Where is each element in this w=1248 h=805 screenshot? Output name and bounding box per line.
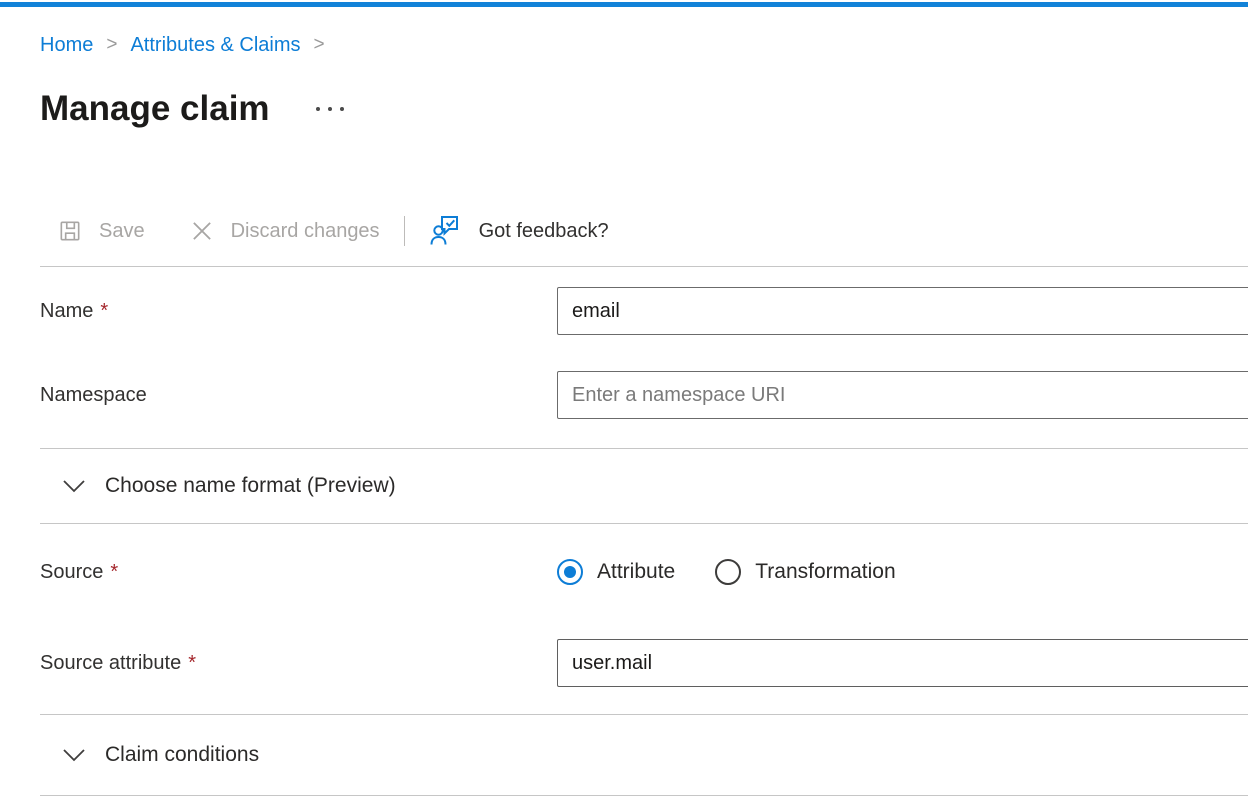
command-bar: Save Discard changes Got feedback?	[40, 209, 1248, 253]
radio-selected-icon	[557, 559, 583, 585]
source-radio-transformation[interactable]: Transformation	[715, 559, 895, 585]
namespace-field-label: Namespace	[40, 381, 557, 409]
source-radio-attribute[interactable]: Attribute	[557, 559, 675, 585]
discard-changes-button[interactable]: Discard changes	[189, 218, 380, 244]
namespace-input[interactable]	[557, 371, 1248, 419]
breadcrumb-attributes-claims-link[interactable]: Attributes & Claims	[130, 31, 300, 59]
namespace-field-row: Namespace	[40, 371, 1248, 419]
dismiss-x-icon	[189, 218, 215, 244]
name-input[interactable]	[557, 287, 1248, 335]
choose-name-format-section-title: Choose name format (Preview)	[105, 472, 396, 500]
toolbar-bottom-divider	[40, 266, 1248, 267]
discard-changes-label: Discard changes	[231, 220, 380, 243]
radio-unselected-icon	[715, 559, 741, 585]
claim-conditions-section-header[interactable]: Claim conditions	[40, 715, 1248, 795]
required-asterisk: *	[188, 652, 196, 674]
claim-conditions-section-title: Claim conditions	[105, 741, 259, 769]
source-attribute-input[interactable]	[557, 639, 1248, 687]
source-radio-attribute-label: Attribute	[597, 560, 675, 584]
got-feedback-label: Got feedback?	[479, 220, 609, 243]
save-icon	[57, 218, 83, 244]
chevron-down-icon	[62, 748, 86, 762]
required-asterisk: *	[100, 300, 108, 322]
toolbar-divider	[404, 216, 405, 246]
section-divider	[40, 523, 1248, 524]
save-button[interactable]: Save	[57, 218, 145, 244]
page-title-row: Manage claim	[40, 87, 1248, 131]
page-title: Manage claim	[40, 87, 270, 131]
source-attribute-field-row: Source attribute*	[40, 639, 1248, 687]
top-accent-bar	[0, 2, 1248, 7]
choose-name-format-section-header[interactable]: Choose name format (Preview)	[40, 449, 1248, 523]
breadcrumb-separator-icon: >	[106, 31, 117, 59]
got-feedback-button[interactable]: Got feedback?	[429, 215, 609, 247]
name-field-row: Name*	[40, 287, 1248, 335]
source-radio-transformation-label: Transformation	[755, 560, 895, 584]
manage-claim-page: Home > Attributes & Claims > Manage clai…	[0, 31, 1248, 796]
source-field-label: Source*	[40, 558, 557, 586]
section-divider	[40, 795, 1248, 796]
more-options-icon[interactable]	[312, 101, 348, 117]
chevron-down-icon	[62, 479, 86, 493]
source-radio-group: Attribute Transformation	[557, 559, 1248, 585]
feedback-icon	[429, 215, 463, 247]
required-asterisk: *	[110, 561, 118, 583]
breadcrumb-home-link[interactable]: Home	[40, 31, 93, 59]
breadcrumb: Home > Attributes & Claims >	[40, 31, 1248, 59]
breadcrumb-separator-icon: >	[314, 31, 325, 59]
name-field-label: Name*	[40, 297, 557, 325]
source-field-row: Source* Attribute Transformation	[40, 558, 1248, 586]
save-button-label: Save	[99, 220, 145, 243]
source-attribute-field-label: Source attribute*	[40, 649, 557, 677]
